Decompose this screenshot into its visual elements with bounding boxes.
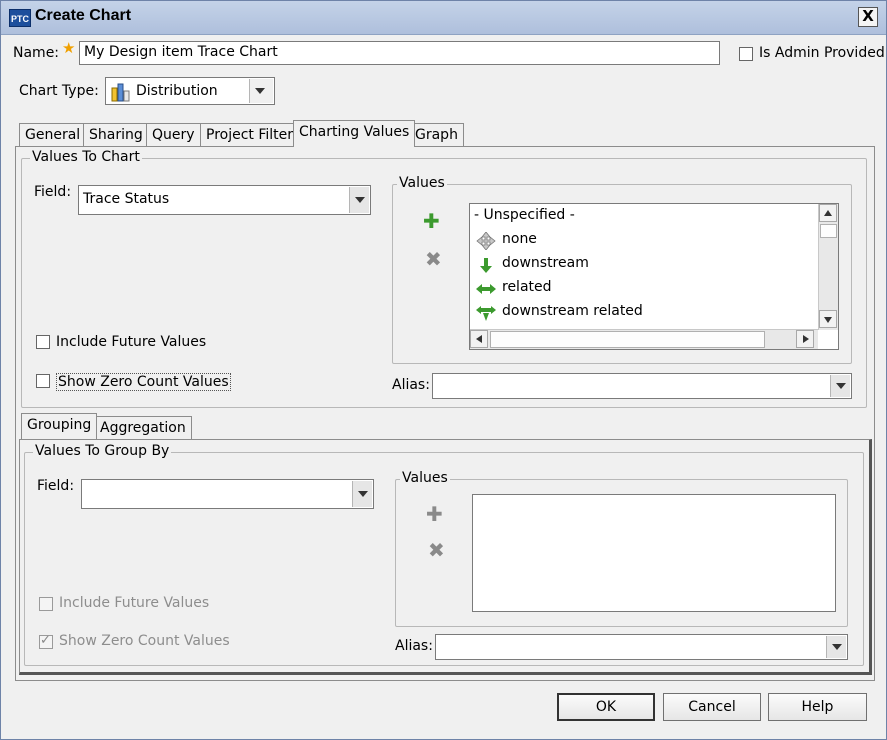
remove-icon[interactable]: ✖ xyxy=(425,249,442,269)
chart-show-zero-checkbox[interactable] xyxy=(36,374,50,388)
list-item[interactable]: none xyxy=(474,230,804,252)
tab-graph[interactable]: Graph xyxy=(409,123,464,147)
remove-icon[interactable]: ✖ xyxy=(428,540,445,560)
downstream-related-icon xyxy=(476,306,496,321)
tab-query[interactable]: Query xyxy=(146,123,201,147)
bar-chart-icon xyxy=(111,83,130,102)
tab-project-filter[interactable]: Project Filter xyxy=(200,123,300,147)
values-to-group-title: Values To Group By xyxy=(33,443,172,459)
group-show-zero-label: Show Zero Count Values xyxy=(59,633,230,649)
scroll-right-icon[interactable] xyxy=(796,330,814,348)
group-show-zero-checkbox[interactable] xyxy=(39,633,53,649)
group-values-title: Values xyxy=(400,470,450,486)
chart-field-value: Trace Status xyxy=(83,191,170,207)
ptc-logo-icon: PTC xyxy=(9,9,31,27)
chevron-down-icon[interactable] xyxy=(826,636,846,658)
close-button[interactable]: X xyxy=(858,7,878,27)
create-chart-dialog: PTC Create Chart X Name: ★ My Design ite… xyxy=(0,0,887,740)
name-label: Name: xyxy=(13,45,60,61)
group-field-select[interactable] xyxy=(81,479,374,509)
grouping-panel: Values To Group By Field: Include Future… xyxy=(19,439,872,675)
chart-values-title: Values xyxy=(397,175,447,191)
values-to-chart-group: Values To Chart Field: Trace Status Incl… xyxy=(21,149,867,408)
scroll-thumb[interactable] xyxy=(820,224,837,238)
group-values-list[interactable] xyxy=(472,494,836,612)
group-alias-select[interactable] xyxy=(435,634,848,660)
double-arrow-icon xyxy=(476,284,496,294)
values-to-group-group: Values To Group By Field: Include Future… xyxy=(24,443,864,666)
chart-show-zero-label: Show Zero Count Values xyxy=(56,373,231,391)
cancel-button[interactable]: Cancel xyxy=(663,693,761,721)
chevron-down-icon[interactable] xyxy=(830,375,850,397)
chart-field-select[interactable]: Trace Status xyxy=(78,185,371,215)
name-input[interactable]: My Design item Trace Chart xyxy=(79,41,720,65)
chart-type-select[interactable]: Distribution xyxy=(105,77,275,105)
list-item[interactable]: downstream xyxy=(474,254,804,276)
chart-alias-label: Alias: xyxy=(392,377,430,393)
move-arrows-icon xyxy=(476,232,496,250)
chart-alias-select[interactable] xyxy=(432,373,852,399)
tab-aggregation[interactable]: Aggregation xyxy=(94,416,192,440)
chart-include-future-label: Include Future Values xyxy=(56,334,207,350)
chart-include-future-checkbox[interactable] xyxy=(36,335,50,349)
chart-values-group: Values ✚ ✖ - Unspecified - none downstre… xyxy=(392,175,852,364)
dialog-title: Create Chart xyxy=(35,7,132,24)
list-item[interactable]: related xyxy=(474,278,804,300)
charting-values-panel: Values To Chart Field: Trace Status Incl… xyxy=(15,146,875,681)
scroll-down-icon[interactable] xyxy=(819,310,837,328)
group-field-label: Field: xyxy=(37,478,75,494)
scroll-up-icon[interactable] xyxy=(819,204,837,222)
chevron-down-icon[interactable] xyxy=(349,187,369,213)
list-item[interactable]: downstream related xyxy=(474,302,804,324)
chevron-down-icon[interactable] xyxy=(352,481,372,507)
chart-values-list[interactable]: - Unspecified - none downstream related … xyxy=(469,203,839,350)
group-values-group: Values ✚ ✖ xyxy=(395,470,848,627)
tab-charting-values[interactable]: Charting Values xyxy=(293,120,416,147)
list-horizontal-scrollbar[interactable] xyxy=(470,329,818,349)
help-button[interactable]: Help xyxy=(768,693,867,721)
required-star-icon: ★ xyxy=(62,39,76,57)
admin-provided-checkbox[interactable] xyxy=(739,47,753,61)
down-arrow-icon xyxy=(480,258,492,273)
tab-grouping[interactable]: Grouping xyxy=(21,413,98,439)
group-include-future-checkbox[interactable] xyxy=(39,597,53,611)
chart-type-value: Distribution xyxy=(136,83,218,99)
add-icon[interactable]: ✚ xyxy=(423,211,440,231)
add-icon[interactable]: ✚ xyxy=(426,504,443,524)
group-alias-label: Alias: xyxy=(395,638,433,654)
values-to-chart-title: Values To Chart xyxy=(30,149,142,165)
chart-field-label: Field: xyxy=(34,184,72,200)
scroll-thumb[interactable] xyxy=(490,331,765,348)
tab-general[interactable]: General xyxy=(19,123,87,147)
tab-sharing[interactable]: Sharing xyxy=(83,123,149,147)
group-include-future-label: Include Future Values xyxy=(59,595,210,611)
scroll-left-icon[interactable] xyxy=(470,330,488,348)
title-bar[interactable]: PTC Create Chart X xyxy=(1,1,886,35)
chevron-down-icon[interactable] xyxy=(249,79,273,103)
chart-type-label: Chart Type: xyxy=(19,83,99,99)
list-vertical-scrollbar[interactable] xyxy=(818,204,838,330)
admin-provided-label: Is Admin Provided xyxy=(759,45,885,61)
ok-button[interactable]: OK xyxy=(557,693,655,721)
